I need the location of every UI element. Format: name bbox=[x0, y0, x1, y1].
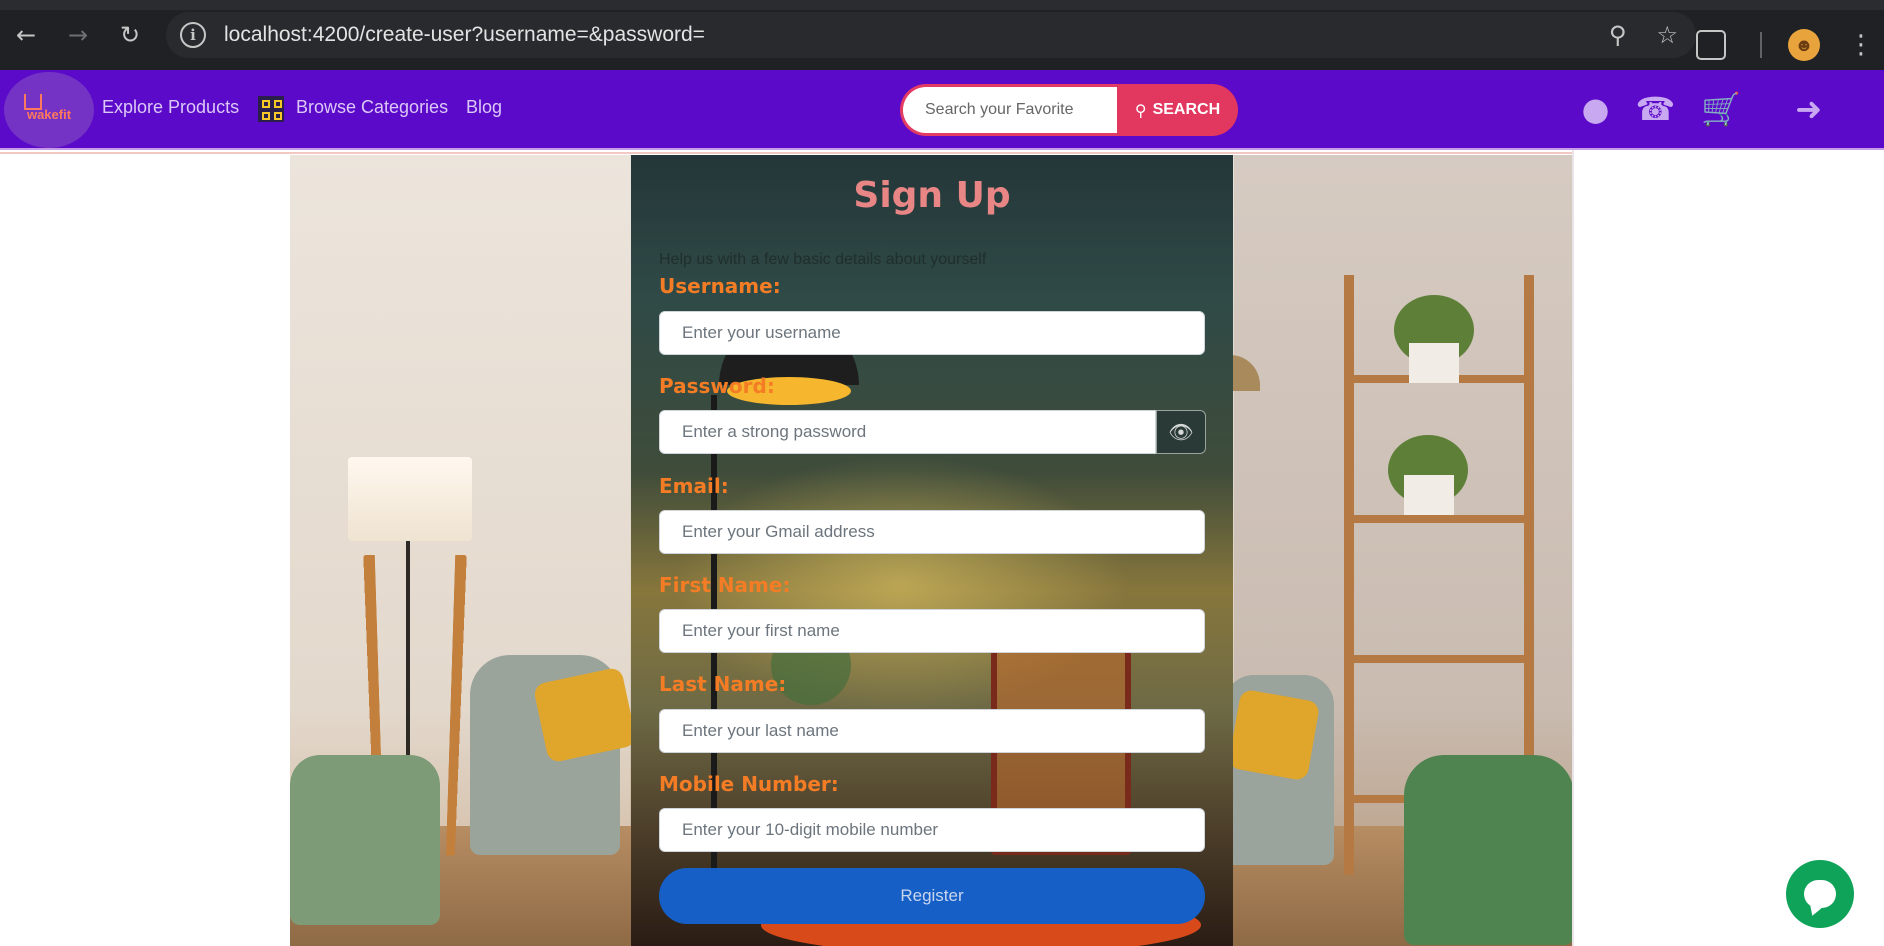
forward-icon[interactable]: → bbox=[52, 10, 104, 60]
nav-blog[interactable]: Blog bbox=[466, 97, 502, 118]
reload-icon[interactable]: ↻ bbox=[104, 10, 156, 60]
search-icon: ⚲ bbox=[1134, 100, 1147, 120]
last-name-field[interactable] bbox=[659, 709, 1205, 753]
star-icon[interactable]: ☆ bbox=[1656, 21, 1678, 49]
toolbar-separator bbox=[1760, 32, 1762, 58]
password-field[interactable] bbox=[659, 410, 1156, 454]
search-button-label: SEARCH bbox=[1152, 101, 1221, 118]
back-icon[interactable]: ← bbox=[0, 10, 52, 60]
page-edge bbox=[1572, 150, 1574, 946]
tab-strip bbox=[0, 0, 1884, 10]
signup-card: Sign Up Help us with a few basic details… bbox=[631, 155, 1233, 946]
sign-in-icon[interactable]: ➜ bbox=[1795, 90, 1822, 128]
house-icon bbox=[24, 94, 42, 110]
username-label: Username: bbox=[659, 274, 781, 298]
chat-bubble-icon bbox=[1804, 880, 1836, 908]
email-label: Email: bbox=[659, 474, 729, 498]
info-icon[interactable]: i bbox=[180, 22, 206, 48]
last-name-label: Last Name: bbox=[659, 672, 787, 696]
floor-lamp bbox=[348, 457, 472, 541]
profile-avatar[interactable]: ☻ bbox=[1788, 29, 1820, 61]
mobile-number-field[interactable] bbox=[659, 808, 1205, 852]
green-chair-right bbox=[1404, 755, 1574, 945]
nav-explore-products[interactable]: Explore Products bbox=[102, 97, 239, 118]
browser-actions: ☻ ⋮ bbox=[1696, 20, 1884, 70]
search-button[interactable]: ⚲ SEARCH bbox=[1117, 84, 1238, 136]
pillow-right bbox=[1227, 688, 1321, 782]
nav-browse-categories[interactable]: Browse Categories bbox=[296, 97, 448, 118]
first-name-label: First Name: bbox=[659, 573, 791, 597]
first-name-field[interactable] bbox=[659, 609, 1205, 653]
site-logo[interactable]: wakefit bbox=[4, 72, 94, 148]
zoom-icon[interactable]: ⚲ bbox=[1609, 21, 1627, 49]
site-navbar: wakefit Explore Products Browse Categori… bbox=[0, 70, 1884, 150]
toolbar: ← → ↻ i localhost:4200/create-user?usern… bbox=[0, 10, 1884, 61]
username-field[interactable] bbox=[659, 311, 1205, 355]
mobile-number-label: Mobile Number: bbox=[659, 772, 839, 796]
kebab-menu-icon[interactable]: ⋮ bbox=[1848, 30, 1874, 60]
search-form: ⚲ SEARCH bbox=[900, 84, 1238, 136]
phone-icon[interactable]: ☎ bbox=[1635, 90, 1675, 128]
email-field[interactable] bbox=[659, 510, 1205, 554]
register-button[interactable]: Register bbox=[659, 868, 1205, 924]
search-input[interactable] bbox=[900, 84, 1117, 136]
omnibox-actions: ⚲ ☆ bbox=[1609, 12, 1678, 58]
nav-icons: ● ☎ 🛒 ➜ bbox=[1582, 90, 1822, 128]
eye-slash-icon[interactable]: 👁 bbox=[1156, 410, 1206, 454]
password-label: Password: bbox=[659, 374, 775, 398]
navbar-underline bbox=[0, 152, 1572, 154]
grid-icon bbox=[258, 96, 284, 122]
green-chair-left bbox=[290, 755, 440, 925]
address-bar[interactable]: i localhost:4200/create-user?username=&p… bbox=[166, 12, 1696, 58]
chat-widget-button[interactable] bbox=[1786, 860, 1854, 928]
browser-chrome: ← → ↻ i localhost:4200/create-user?usern… bbox=[0, 0, 1884, 70]
form-subtitle: Help us with a few basic details about y… bbox=[659, 251, 987, 268]
puzzle-icon[interactable] bbox=[1696, 30, 1726, 60]
cart-icon[interactable]: 🛒 bbox=[1701, 90, 1741, 128]
user-icon[interactable]: ● bbox=[1582, 90, 1610, 128]
page-title: Sign Up bbox=[853, 175, 1011, 216]
url-text[interactable]: localhost:4200/create-user?username=&pas… bbox=[224, 23, 705, 47]
